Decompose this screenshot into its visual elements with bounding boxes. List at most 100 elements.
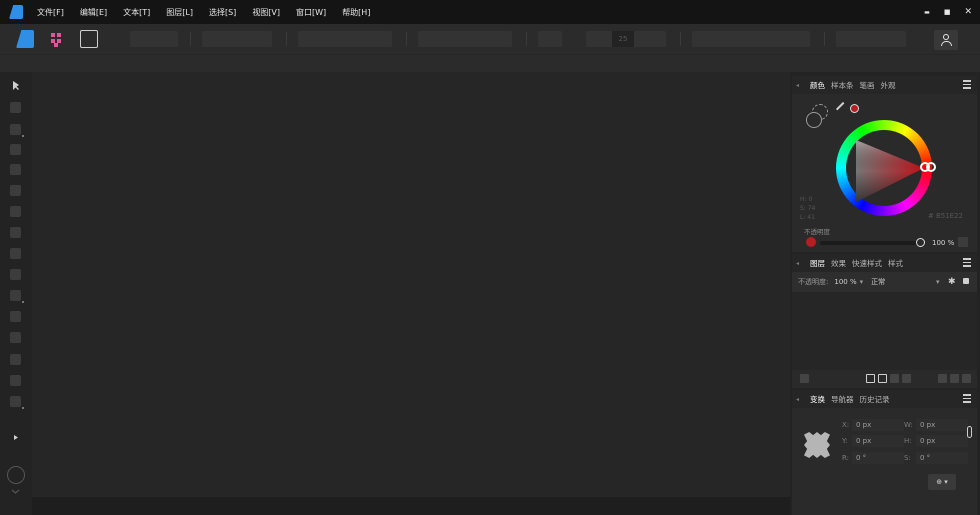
opacity-slider[interactable] [820, 241, 920, 245]
pixel-persona-icon[interactable] [48, 30, 66, 48]
colour-swatch-icon[interactable] [7, 466, 25, 484]
h-field[interactable]: 0 px [916, 435, 968, 447]
rotation-field[interactable]: 0 ° [852, 452, 904, 464]
opacity-options-button[interactable] [958, 237, 968, 247]
vector-brush-tool-icon[interactable] [10, 227, 21, 238]
tab-styles[interactable]: 样式 [888, 258, 903, 269]
chevron-down-icon[interactable] [10, 486, 21, 497]
export-persona-icon[interactable] [80, 30, 98, 48]
opacity-value[interactable]: 100 % [932, 239, 954, 247]
place-image-tool-icon[interactable] [10, 354, 21, 365]
crop-tool-icon[interactable] [10, 332, 21, 343]
lock-aspect-ratio-icon[interactable] [967, 426, 972, 438]
menu-view[interactable]: 视图[V] [252, 7, 280, 18]
opacity-slider-handle[interactable] [916, 238, 925, 247]
view-tool-icon[interactable] [10, 375, 21, 386]
x-field[interactable]: 0 px [852, 419, 904, 431]
expand-tools-icon[interactable] [10, 432, 21, 443]
toolbar-group-align[interactable] [692, 31, 810, 47]
hue-readout: H: 0 [800, 196, 813, 203]
blend-mode-select[interactable]: 正常 [871, 277, 885, 287]
designer-persona-icon[interactable] [16, 30, 34, 48]
fill-stroke-icon[interactable] [804, 102, 830, 128]
panel-menu-icon[interactable] [963, 80, 971, 89]
tab-navigator[interactable]: 导航器 [831, 394, 854, 405]
toolbar-group-snapping[interactable] [202, 31, 272, 47]
chevron-down-icon[interactable]: ▾ [936, 278, 940, 286]
pencil-tool-icon[interactable] [10, 206, 21, 217]
corner-tool-icon[interactable] [10, 144, 21, 155]
shear-field[interactable]: 0 ° [916, 452, 968, 464]
hue-picker-handle[interactable] [926, 162, 936, 172]
toolbar-group-insert[interactable] [538, 31, 562, 47]
menu-layer[interactable]: 图层[L] [166, 7, 193, 18]
anchor-selector-icon[interactable] [804, 432, 830, 458]
eyedropper-icon[interactable] [835, 101, 851, 117]
account-button[interactable] [934, 30, 958, 50]
current-colour-swatch[interactable] [850, 104, 859, 113]
y-field[interactable]: 0 px [852, 435, 904, 447]
toolbar-group-transform[interactable] [836, 31, 906, 47]
tab-stroke[interactable]: 笔画 [860, 80, 875, 91]
tab-effects[interactable]: 效果 [831, 258, 846, 269]
transform-origin-button[interactable]: ⊕ ▾ [928, 474, 956, 490]
tab-colour[interactable]: 颜色 [810, 80, 825, 91]
menu-text[interactable]: 文本[T] [123, 7, 150, 18]
tab-transform[interactable]: 变换 [810, 394, 825, 405]
move-tool-icon[interactable] [10, 80, 21, 91]
layers-list[interactable] [792, 292, 977, 370]
add-pixel-layer-icon[interactable] [938, 374, 947, 383]
duplicate-layer-icon[interactable] [950, 374, 959, 383]
collapse-icon[interactable]: ◂ [796, 82, 804, 89]
node-tool-icon[interactable] [10, 124, 24, 137]
artboard-tool-icon[interactable] [10, 102, 21, 113]
toolbar-divider [824, 32, 825, 46]
close-button[interactable]: ✕ [964, 7, 972, 17]
menu-file[interactable]: 文件[F] [37, 7, 64, 18]
paint-brush-tool-icon[interactable] [10, 248, 21, 259]
opacity-label: 不透明度 [804, 228, 830, 236]
menu-edit[interactable]: 编辑[E] [80, 7, 107, 18]
maximize-button[interactable]: ■ [944, 8, 951, 16]
chevron-down-icon[interactable]: ▾ [860, 278, 864, 286]
zoom-tool-icon[interactable] [10, 396, 24, 409]
collapse-icon[interactable]: ◂ [796, 260, 804, 267]
transparency-tool-icon[interactable] [10, 311, 21, 322]
toolbar-group-document[interactable] [130, 31, 178, 47]
delete-layer-icon[interactable] [962, 374, 971, 383]
tab-history[interactable]: 历史记录 [860, 394, 890, 405]
tab-quick-styles[interactable]: 快速样式 [852, 258, 882, 269]
adjustment-layer-icon[interactable] [878, 374, 887, 383]
menu-select[interactable]: 选择[S] [209, 7, 236, 18]
menu-help[interactable]: 帮助[H] [342, 7, 370, 18]
minimize-button[interactable]: ▬ [924, 9, 930, 16]
tab-swatches[interactable]: 样本条 [831, 80, 854, 91]
y-label: Y: [842, 437, 848, 445]
group-layers-icon[interactable] [902, 374, 911, 383]
pen-tool-icon[interactable] [10, 185, 21, 196]
toolbar-group-boolean[interactable] [298, 31, 392, 47]
toolbar-group-arrange[interactable] [418, 31, 512, 47]
live-filter-icon[interactable] [890, 374, 899, 383]
toolbar-value-field[interactable]: 25 [612, 31, 634, 47]
collapse-icon[interactable]: ◂ [796, 396, 804, 403]
w-field[interactable]: 0 px [916, 419, 968, 431]
layer-opacity-value[interactable]: 100 % [834, 278, 856, 286]
fill-tool-icon[interactable] [10, 290, 24, 303]
tab-appearance[interactable]: 外观 [881, 80, 896, 91]
gear-icon[interactable]: ✱ [948, 277, 956, 287]
point-transform-tool-icon[interactable] [10, 164, 21, 175]
lock-icon[interactable] [963, 278, 969, 284]
panel-menu-icon[interactable] [963, 394, 971, 403]
layer-mask-icon[interactable] [800, 374, 809, 383]
canvas-area[interactable] [32, 72, 790, 497]
colour-triangle[interactable] [844, 128, 924, 208]
pixel-tool-icon[interactable] [10, 269, 21, 280]
saturation-readout: S: 74 [800, 205, 816, 212]
tab-layers[interactable]: 图层 [810, 258, 825, 269]
app-logo-icon[interactable] [9, 5, 23, 19]
add-layer-icon[interactable] [866, 374, 875, 383]
hex-readout[interactable]: # B51E22 [928, 212, 963, 220]
panel-menu-icon[interactable] [963, 258, 971, 267]
menu-window[interactable]: 窗口[W] [296, 7, 326, 18]
